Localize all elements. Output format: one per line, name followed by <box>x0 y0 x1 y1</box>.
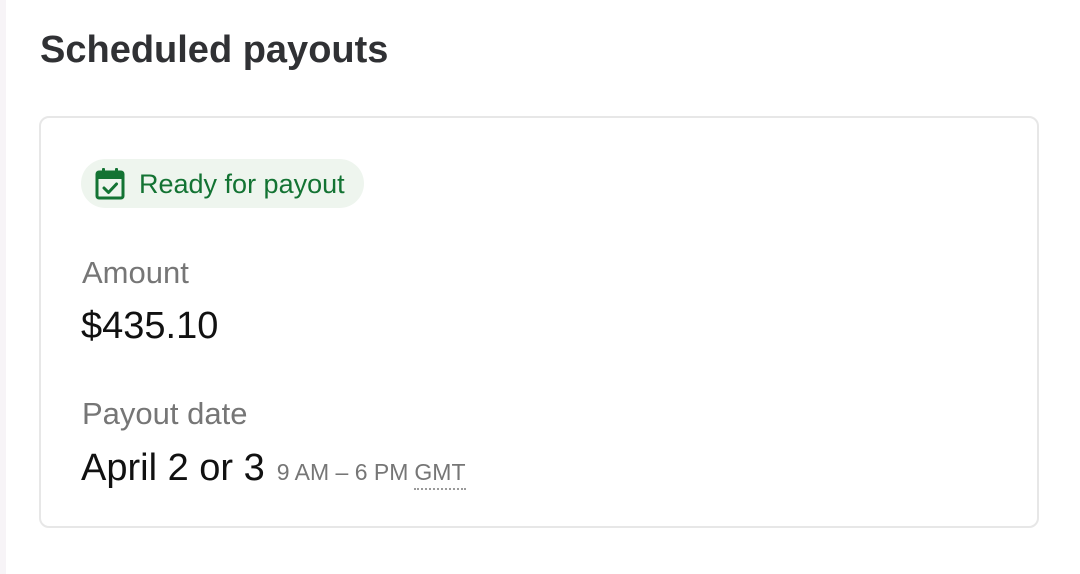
status-chip: Ready for payout <box>81 159 364 208</box>
amount-label: Amount <box>82 255 189 290</box>
section-title: Scheduled payouts <box>40 29 389 71</box>
status-label: Ready for payout <box>139 168 345 199</box>
left-edge-divider <box>0 0 6 574</box>
calendar-check-icon <box>94 167 126 201</box>
payout-time-range: 9 AM – 6 PM <box>276 459 409 485</box>
amount-value: $435.10 <box>81 305 219 347</box>
payout-date-label: Payout date <box>82 396 248 431</box>
payout-date-row: April 2 or 3 9 AM – 6 PM GMT <box>81 444 466 492</box>
timezone-tooltip-trigger[interactable]: GMT <box>414 459 466 490</box>
payout-date-value: April 2 or 3 <box>81 447 265 489</box>
payout-card: Ready for payout Amount $435.10 Payout d… <box>39 116 1039 528</box>
